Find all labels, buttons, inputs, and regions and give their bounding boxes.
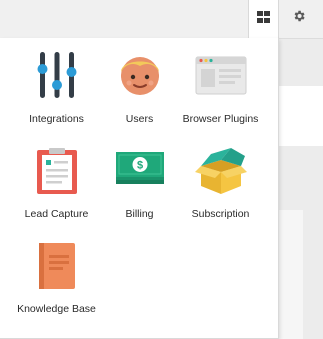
menu-item-label: Users [125, 113, 154, 125]
browser-window-icon [174, 50, 267, 100]
background-card [279, 210, 303, 339]
menu-item-lead-capture[interactable]: Lead Capture [10, 146, 103, 226]
menu-item-browser-plugins[interactable]: Browser Plugins [174, 50, 267, 130]
menu-item-subscription[interactable]: Subscription [174, 146, 267, 226]
sliders-icon [10, 50, 103, 100]
menu-item-label: Knowledge Base [17, 303, 96, 315]
menu-item-billing[interactable]: $ Billing [93, 146, 186, 226]
menu-item-label: Integrations [29, 113, 84, 125]
menu-item-label: Subscription [191, 208, 250, 220]
gear-icon [292, 9, 306, 28]
grid-icon [257, 10, 270, 28]
menu-item-users[interactable]: Users [93, 50, 186, 130]
top-bar [0, 0, 323, 39]
settings-button[interactable] [285, 4, 313, 32]
menu-item-knowledge-base[interactable]: Knowledge Base [10, 241, 103, 321]
menu-item-integrations[interactable]: Integrations [10, 50, 103, 130]
box-icon [174, 146, 267, 196]
menu-item-label: Browser Plugins [182, 113, 259, 125]
svg-text:$: $ [136, 160, 142, 172]
background-card [279, 86, 323, 146]
menu-item-label: Lead Capture [24, 208, 89, 220]
apps-menu-dropdown: Integrations Users Browser Plugins Lead … [0, 38, 279, 339]
book-icon [10, 241, 103, 291]
clipboard-icon [10, 146, 103, 196]
menu-item-label: Billing [125, 208, 154, 220]
user-face-icon [93, 50, 186, 100]
money-stack-icon: $ [93, 146, 186, 196]
apps-grid-button[interactable] [248, 0, 279, 38]
